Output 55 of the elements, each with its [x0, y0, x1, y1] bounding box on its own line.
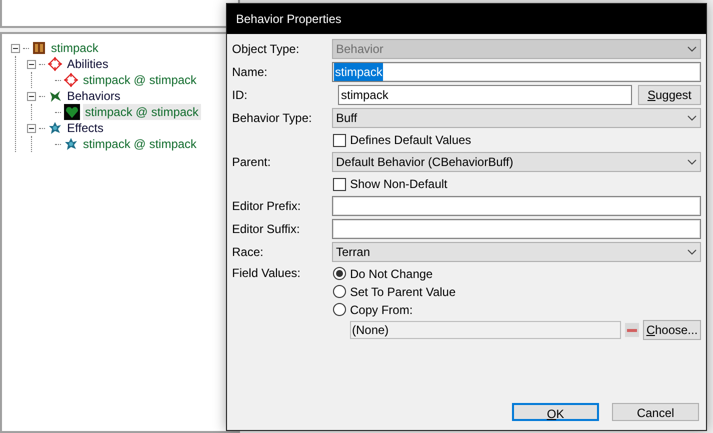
dropdown[interactable]: Terran: [332, 242, 701, 262]
creature-icon: [48, 89, 62, 103]
field-label: ID:: [232, 87, 248, 104]
text-field[interactable]: [332, 219, 701, 239]
radio-button[interactable]: [333, 285, 346, 298]
checkbox[interactable]: [333, 178, 346, 190]
field-label: Editor Prefix:: [232, 198, 302, 215]
tree-item[interactable]: Effects: [65, 120, 106, 136]
tree-item[interactable]: stimpack @ stimpack: [81, 72, 199, 88]
tree-item[interactable]: stimpack @ stimpack: [81, 136, 199, 152]
checkbox-label: Defines Default Values: [350, 132, 472, 149]
tree-item[interactable]: Abilities: [65, 56, 110, 72]
choose-button[interactable]: Choose...: [643, 320, 701, 340]
crosshair-icon: [64, 73, 78, 87]
chevron-down-icon: [687, 115, 697, 121]
tree-item[interactable]: stimpack @ stimpack: [83, 104, 201, 120]
collapse-toggle[interactable]: [11, 44, 20, 52]
radio-label: Copy From:: [350, 302, 413, 318]
dialog-button[interactable]: Cancel: [612, 403, 699, 421]
collapse-toggle[interactable]: [27, 60, 36, 68]
tree-item[interactable]: Behaviors: [65, 88, 122, 104]
field-label: Name:: [232, 64, 268, 81]
text-field[interactable]: [332, 196, 701, 216]
field-label: Behavior Type:: [232, 110, 313, 127]
dropdown[interactable]: Default Behavior (CBehaviorBuff): [332, 152, 701, 172]
suggest-button[interactable]: Suggest: [638, 85, 701, 105]
text-field[interactable]: stimpack: [332, 62, 701, 82]
text-field[interactable]: stimpack: [338, 85, 632, 105]
clear-icon[interactable]: [625, 323, 639, 337]
dialog-button[interactable]: OK: [512, 403, 599, 421]
field-label: Field Values:: [232, 265, 302, 282]
radio-button[interactable]: [333, 267, 346, 280]
chevron-down-icon: [687, 46, 697, 52]
dropdown[interactable]: Buff: [332, 108, 701, 128]
splash-icon: [48, 121, 62, 135]
field-label: Object Type:: [232, 41, 300, 58]
heart-icon: [64, 104, 80, 120]
splash-icon: [64, 137, 78, 151]
field-label: Parent:: [232, 154, 272, 171]
chevron-down-icon: [687, 249, 697, 255]
radio-button[interactable]: [333, 303, 346, 316]
radio-label: Set To Parent Value: [350, 284, 456, 300]
checkbox[interactable]: [333, 134, 346, 146]
field-label: Editor Suffix:: [232, 221, 301, 238]
window-title: Behavior Properties: [236, 11, 342, 28]
field-label: Race:: [232, 244, 264, 261]
book-icon: [32, 41, 46, 55]
checkbox-label: Show Non-Default: [350, 176, 448, 193]
tree-item[interactable]: stimpack: [49, 40, 100, 56]
collapse-toggle[interactable]: [27, 124, 36, 132]
crosshair-icon: [48, 57, 62, 71]
chevron-down-icon: [687, 159, 697, 165]
copy-from-field: (None): [350, 321, 621, 339]
radio-label: Do Not Change: [350, 266, 433, 282]
collapse-toggle[interactable]: [27, 92, 36, 100]
